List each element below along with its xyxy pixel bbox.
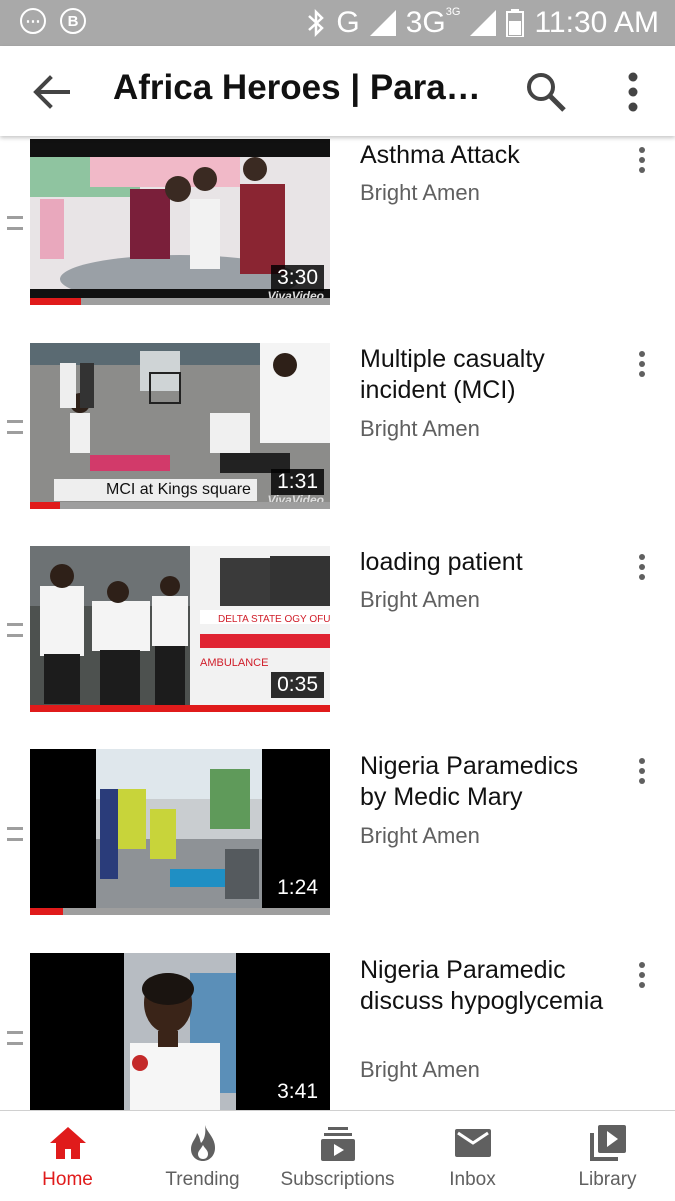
network-type: G <box>336 6 360 39</box>
clock: 11:30 AM <box>534 6 659 39</box>
item-more-vert-icon[interactable] <box>630 348 654 384</box>
playlist-video-list: 3:30 VivaVideo Asthma Attack Bright Amen <box>0 136 675 1110</box>
notification-icon: ⋯ <box>20 8 46 34</box>
item-more-vert-icon[interactable] <box>630 959 654 995</box>
video-thumbnail[interactable]: 3:30 VivaVideo <box>30 139 330 305</box>
page-title: Africa Heroes | Paramedics <box>113 68 493 107</box>
nav-label: Trending <box>165 1169 240 1190</box>
app-bar: Africa Heroes | Paramedics <box>0 46 675 136</box>
nav-label: Home <box>42 1169 93 1190</box>
nav-subscriptions[interactable]: Subscriptions <box>270 1111 405 1201</box>
watch-progress-fill <box>30 502 60 509</box>
subscriptions-icon <box>320 1127 355 1161</box>
video-title[interactable]: Multiple casualty incident (MCI) <box>360 344 605 406</box>
video-thumbnail[interactable]: DELTA STATE OGY OFUOMA AMBULANCE 0:35 <box>30 546 330 712</box>
search-icon[interactable] <box>524 70 568 114</box>
svg-text:DELTA STATE OGY OFUOMA: DELTA STATE OGY OFUOMA <box>218 614 330 625</box>
drag-handle-icon[interactable] <box>7 420 23 434</box>
status-bar: ⋯ B G 3G3G 11:30 AM <box>0 0 675 46</box>
duration-badge: 0:35 <box>271 672 324 698</box>
drag-handle-icon[interactable] <box>7 827 23 841</box>
watch-progress-bar <box>30 502 330 509</box>
duration-badge: 3:41 <box>271 1079 324 1105</box>
flame-icon <box>190 1125 215 1161</box>
video-title[interactable]: Nigeria Paramedic discuss hypoglycemia <box>360 955 605 1017</box>
thumbnail-caption: MCI at Kings square <box>54 479 257 501</box>
item-more-vert-icon[interactable] <box>630 755 654 791</box>
nav-trending[interactable]: Trending <box>135 1111 270 1201</box>
watch-progress-bar <box>30 908 330 915</box>
item-more-vert-icon[interactable] <box>630 144 654 180</box>
home-icon <box>49 1127 86 1159</box>
item-more-vert-icon[interactable] <box>630 551 654 587</box>
duration-badge: 1:24 <box>271 875 324 901</box>
signal-icon <box>369 10 396 36</box>
video-title[interactable]: loading patient <box>360 547 605 578</box>
svg-text:AMBULANCE: AMBULANCE <box>200 657 268 669</box>
channel-name: Bright Amen <box>360 823 480 848</box>
b-app-icon: B <box>60 8 86 34</box>
channel-name: Bright Amen <box>360 587 480 612</box>
mail-icon <box>454 1129 491 1157</box>
library-icon <box>589 1125 626 1161</box>
drag-handle-icon[interactable] <box>7 623 23 637</box>
back-arrow-icon[interactable] <box>28 70 76 114</box>
more-vert-icon[interactable] <box>616 68 650 116</box>
nav-label: Inbox <box>449 1169 496 1190</box>
nav-library[interactable]: Library <box>540 1111 675 1201</box>
video-title[interactable]: Nigeria Paramedics by Medic Mary <box>360 751 605 813</box>
watch-progress-fill <box>30 908 63 915</box>
drag-handle-icon[interactable] <box>7 1031 23 1045</box>
video-thumbnail[interactable]: 1:24 <box>30 749 330 915</box>
signal-icon <box>470 10 497 36</box>
watch-progress-fill <box>30 705 330 712</box>
nav-home[interactable]: Home <box>0 1111 135 1201</box>
duration-badge: 1:31 <box>271 469 324 495</box>
list-item[interactable]: 3:30 VivaVideo Asthma Attack Bright Amen <box>0 136 675 306</box>
watch-progress-bar <box>30 705 330 712</box>
list-item[interactable]: 1:24 Nigeria Paramedics by Medic Mary Br… <box>0 747 675 917</box>
network-type-secondary: 3G3G <box>405 6 461 39</box>
channel-name: Bright Amen <box>360 416 480 441</box>
drag-handle-icon[interactable] <box>7 216 23 230</box>
bottom-navigation: Home Trending Subscriptions Inbox Librar… <box>0 1110 675 1201</box>
watch-progress-bar <box>30 298 330 305</box>
battery-icon <box>506 9 525 37</box>
video-title[interactable]: Asthma Attack <box>360 140 605 171</box>
bluetooth-icon <box>308 8 325 38</box>
nav-inbox[interactable]: Inbox <box>405 1111 540 1201</box>
list-item[interactable]: MCI at Kings square 1:31 VivaVideo Multi… <box>0 340 675 510</box>
nav-label: Subscriptions <box>280 1169 395 1190</box>
nav-label: Library <box>578 1169 637 1190</box>
duration-badge: 3:30 <box>271 265 324 291</box>
video-thumbnail[interactable]: 3:41 <box>30 953 330 1110</box>
list-item[interactable]: DELTA STATE OGY OFUOMA AMBULANCE 0:35 lo… <box>0 543 675 713</box>
channel-name: Bright Amen <box>360 1057 480 1082</box>
video-thumbnail[interactable]: MCI at Kings square 1:31 VivaVideo <box>30 343 330 509</box>
list-item[interactable]: 3:41 Nigeria Paramedic discuss hypoglyce… <box>0 951 675 1110</box>
watch-progress-fill <box>30 298 81 305</box>
channel-name: Bright Amen <box>360 180 480 205</box>
